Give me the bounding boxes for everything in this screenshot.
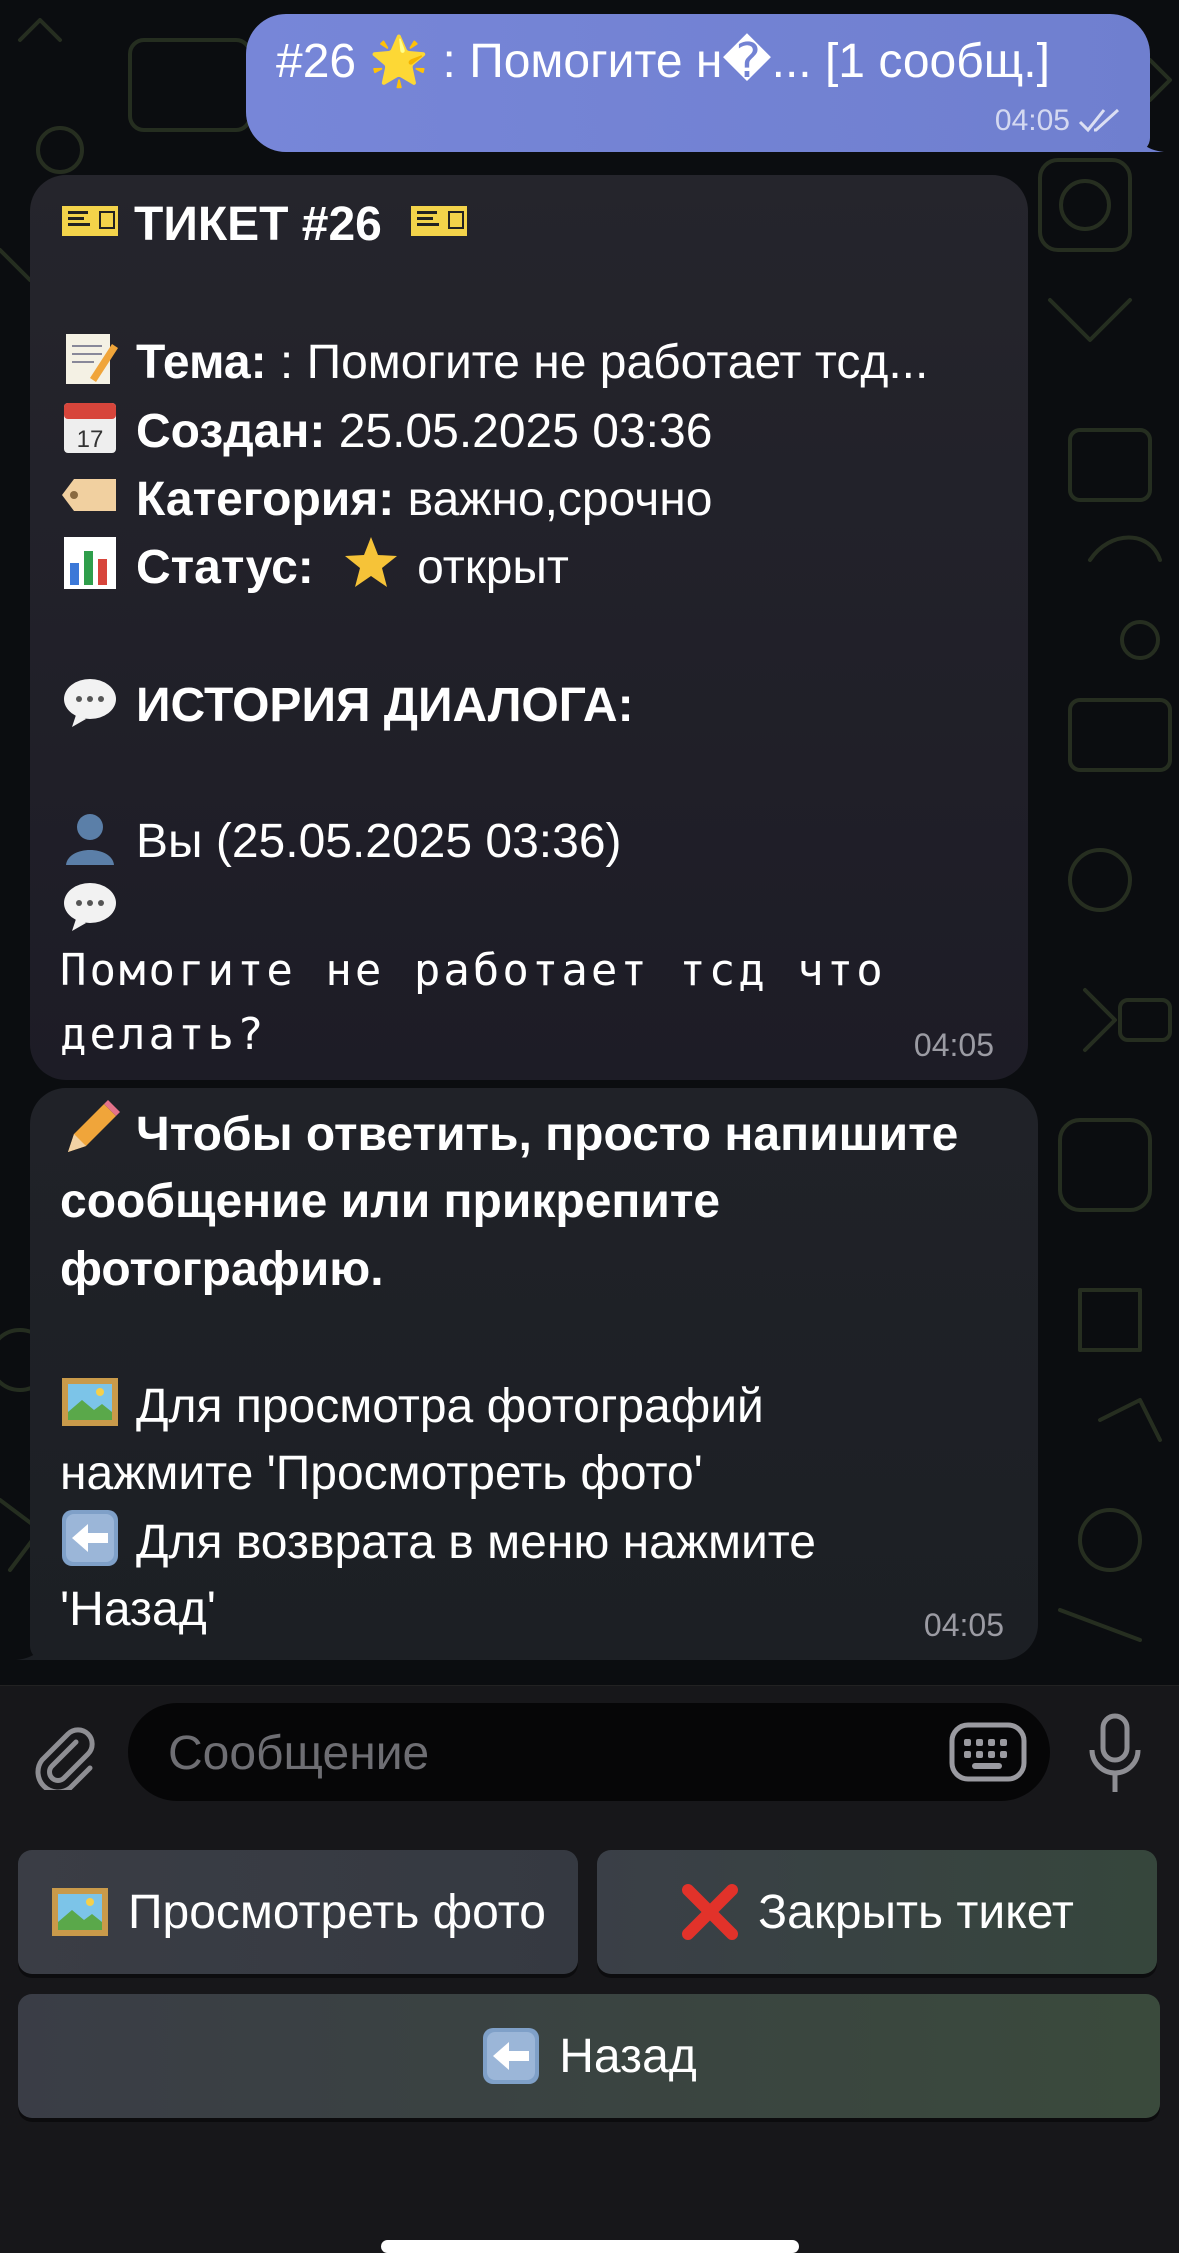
status-line: Статус: открыт [60,533,569,602]
subject-label: Тема: [136,336,267,389]
outgoing-message-meta: 04:05 [995,104,1122,138]
back-button[interactable]: Назад [18,1994,1160,2118]
ticket-icon [62,206,118,236]
message-text-line-2: делать? [60,1009,267,1060]
left-arrow-icon [62,1510,118,1566]
bot-reply-keyboard: Просмотреть фото Закрыть тикет Назад [0,1820,1179,2253]
calendar-icon: 17 [64,403,116,453]
ticket-message-time: 04:05 [913,1027,994,1063]
help-line-2-text: сообщение или прикрепите [60,1175,721,1228]
help-line-2: сообщение или прикрепите [60,1168,720,1236]
message-input[interactable] [166,1703,950,1803]
svg-text:17: 17 [77,426,104,453]
ticket-title: ТИКЕТ #26 [134,198,382,251]
speech-bubble-icon [64,679,116,727]
framed-picture-icon [62,1378,118,1426]
help-line-3-text: фотографию. [60,1243,384,1296]
paperclip-icon[interactable] [28,1720,98,1790]
label-tag-icon [62,479,116,511]
help-message-bubble[interactable]: Чтобы ответить, просто напишите сообщени… [16,1088,1038,1660]
back-hint-line-1-text: Для возврата в меню нажмите [136,1516,816,1569]
ticket-title-line: ТИКЕТ #26 [60,190,485,259]
outgoing-message-time: 04:05 [994,104,1070,137]
outgoing-message-bubble[interactable]: #26 🌟 : Помогите н�... [1 сообщ.] 04:05 [246,14,1164,152]
outgoing-message-text: #26 🌟 : Помогите н�... [1 сообщ.] [276,35,1050,88]
user-silhouette-icon [66,814,114,865]
framed-picture-icon [52,1888,109,1936]
history-label: ИСТОРИЯ ДИАЛОГА: [136,679,634,732]
author-line: Вы (25.05.2025 03:36) [60,807,622,876]
pencil-icon [68,1100,120,1152]
message-field[interactable] [128,1703,1050,1803]
left-arrow-icon [483,2028,540,2084]
microphone-icon[interactable] [1080,1712,1150,1796]
glowing-star-icon [345,537,398,587]
close-ticket-button[interactable]: Закрыть тикет [597,1850,1157,1974]
bubble-tail [16,1630,46,1660]
help-line-1: Чтобы ответить, просто напишите [60,1100,958,1169]
history-line: ИСТОРИЯ ДИАЛОГА: [60,671,634,740]
help-message-time: 04:05 [923,1607,1004,1643]
created-label: Создан: [136,405,326,458]
subject-line: Тема: : Помогите не работает тсд... [60,328,928,397]
photo-hint-line-1: Для просмотра фотографий [60,1372,764,1441]
message-text-line-1: Помогите не работает тсд что [60,945,886,996]
back-hint-line-2: 'Назад' [60,1583,216,1636]
home-indicator[interactable] [381,2240,799,2253]
bar-chart-icon [64,537,116,589]
created-value: 25.05.2025 03:36 [338,405,713,458]
back-hint-line-1: Для возврата в меню нажмите [60,1508,816,1577]
speech-bubble-icon [64,883,116,931]
created-line: 17 Создан: 25.05.2025 03:36 [60,397,712,466]
status-value: открыт [417,541,569,594]
category-value: важно,срочно [407,473,713,526]
view-photo-label: Просмотреть фото [128,1885,546,1939]
memo-icon [66,334,118,384]
close-ticket-label: Закрыть тикет [758,1885,1074,1939]
help-line-1-text: Чтобы ответить, просто напишите [136,1108,959,1161]
photo-hint-line-2: нажмите 'Просмотреть фото' [60,1447,703,1500]
author-line-text: Вы (25.05.2025 03:36) [136,815,622,868]
photo-hint-line-1-text: Для просмотра фотографий [136,1380,764,1433]
message-icon-line [60,875,136,944]
status-label: Статус: [136,541,314,594]
bubble-tail [1136,124,1164,152]
help-line-3: фотографию. [60,1236,384,1304]
back-label: Назад [559,2029,697,2083]
message-composer [0,1685,1179,1821]
category-label: Категория: [136,473,395,526]
ticket-message-bubble[interactable]: ТИКЕТ #26 Тема: : Помогите не работает т… [30,175,1028,1080]
ticket-icon [411,206,468,236]
subject-value: : Помогите не работает тсд... [279,336,929,389]
cross-mark-icon [682,1884,739,1940]
bot-keyboard-icon[interactable] [948,1719,1028,1785]
double-check-icon [1078,108,1120,133]
view-photo-button[interactable]: Просмотреть фото [18,1850,578,1974]
category-line: Категория: важно,срочно [60,465,712,534]
